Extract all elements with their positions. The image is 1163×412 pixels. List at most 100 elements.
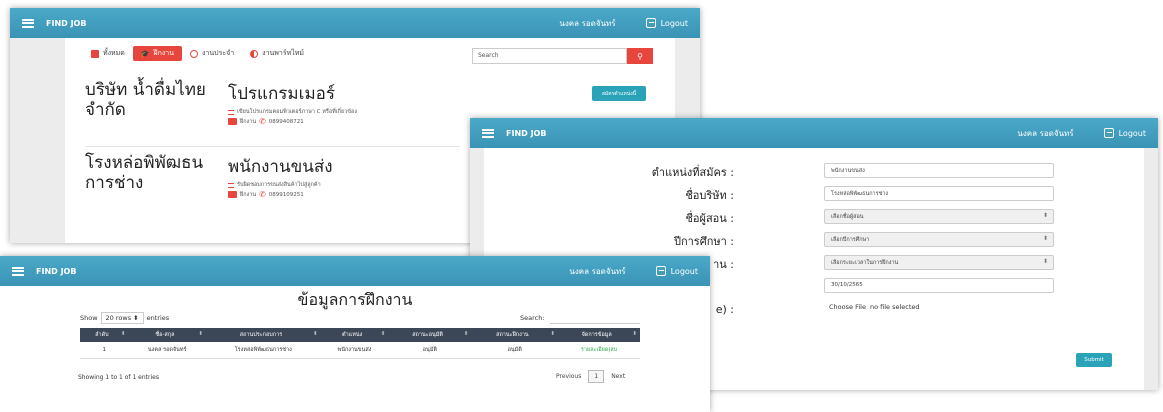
list-icon: [228, 182, 234, 188]
hamburger-menu-icon[interactable]: [482, 128, 494, 138]
job-meta: ฝึกงาน ✆ 0899109251: [228, 190, 304, 199]
user-name: นงคล รอดจันทร์: [1017, 128, 1074, 138]
tab-label: งานพาร์ทไทม์: [262, 49, 304, 57]
job-description: เขียนโปรแกรมคอมพิวเตอร์ภาษา C หรือที่เกี…: [228, 108, 357, 116]
table-cell: พนักงานขนส่ง: [320, 342, 389, 359]
company-name: บริษัท น้ำดื่มไทย จำกัด: [85, 80, 206, 120]
show-label: Show: [80, 314, 98, 322]
tab-parttime[interactable]: งานพาร์ทไทม์: [242, 46, 312, 61]
table-cell: 1: [80, 342, 129, 359]
table-cell: อนุมัติ: [388, 342, 472, 359]
logout-button[interactable]: Logout: [645, 18, 688, 28]
logout-button[interactable]: Logout: [1103, 128, 1146, 138]
company-name: โรงหล่อพิพัฒธน การช่าง: [85, 153, 204, 193]
job-meta: ฝึกงาน ✆ 0899408721: [228, 117, 304, 126]
hamburger-menu-icon[interactable]: [12, 266, 24, 276]
brand-logo[interactable]: FIND JOB: [36, 267, 76, 276]
table-info: Showing 1 to 1 of 1 entries: [78, 374, 159, 381]
logout-icon: [655, 266, 666, 276]
logout-button[interactable]: Logout: [655, 266, 698, 276]
table-search-input[interactable]: [549, 312, 640, 324]
column-label: จัดการข้อมูล: [581, 332, 612, 338]
form-row-position: ตำแหน่งที่สมัคร : พนักงานขนส่ง: [484, 163, 1144, 181]
list-icon: [91, 49, 99, 58]
submit-button[interactable]: Submit: [1076, 353, 1112, 367]
apply-button[interactable]: สมัครตำแหน่งนี้: [592, 86, 646, 101]
column-header[interactable]: จัดการข้อมูล ⬍: [558, 328, 640, 342]
column-header[interactable]: ลำดับ ⬍: [80, 328, 128, 342]
select-value: เลือกระยะเวลาในการฝึกงาน: [831, 260, 899, 266]
chevron-updown-icon: ⬍: [1042, 258, 1048, 265]
column-header[interactable]: สถานะฝึกงาน ⬍: [471, 328, 558, 342]
logout-label: Logout: [670, 266, 698, 276]
logout-icon: [1103, 128, 1114, 138]
internship-table: ลำดับ ⬍ ชื่อ-สกุล ⬍ สถานประกอบการ ⬍ ตำแห…: [80, 328, 640, 359]
column-header[interactable]: สถานะอนุมัติ ⬍: [388, 328, 471, 342]
tab-internship[interactable]: 🎓 ฝึกงาน: [132, 46, 183, 61]
page-title: ข้อมูลการฝึกงาน: [297, 290, 413, 309]
academic-year-select[interactable]: เลือกปีการศึกษา ⬍: [824, 232, 1054, 247]
job-type-tabs: ทั้งหมด 🎓 ฝึกงาน งานประจำ งานพาร์ทไทม์: [83, 46, 312, 61]
half-circle-icon: [250, 49, 259, 58]
sort-icon: ⬍: [120, 331, 126, 337]
teacher-select[interactable]: เลือกชื่อผู้สอน ⬍: [824, 209, 1054, 224]
field-label: e) :: [715, 303, 734, 316]
select-value: เลือกชื่อผู้สอน: [831, 214, 864, 220]
job-position[interactable]: โปรแกรมเมอร์: [228, 80, 335, 107]
file-input[interactable]: Choose File no file selected: [829, 303, 920, 311]
column-label: ลำดับ: [95, 332, 109, 338]
company-field[interactable]: โรงหล่อพิพัฒธนการช่าง: [824, 186, 1054, 201]
job-search: Search ⚲: [472, 48, 653, 64]
logout-icon: [645, 18, 656, 28]
select-value: 20 rows: [105, 314, 132, 322]
job-position[interactable]: พนักงานขนส่ง: [228, 153, 333, 180]
table-header-row: ลำดับ ⬍ ชื่อ-สกุล ⬍ สถานประกอบการ ⬍ ตำแห…: [80, 328, 640, 342]
tab-all[interactable]: ทั้งหมด: [83, 46, 133, 61]
phone-icon: ✆: [259, 117, 266, 126]
phone-number: 0899109251: [268, 191, 304, 198]
manage-link[interactable]: รายละเอียด|ลบ: [558, 342, 640, 359]
sort-icon: ⬍: [380, 331, 386, 337]
column-label: ตำแหน่ง: [342, 332, 363, 338]
search-input[interactable]: Search: [472, 48, 627, 64]
briefcase-icon: [228, 118, 237, 125]
page-number-button[interactable]: 1: [588, 370, 605, 383]
briefcase-icon: [228, 191, 237, 198]
form-row-teacher: ชื่อผู้สอน : เลือกชื่อผู้สอน ⬍: [484, 209, 1144, 227]
table-row: 1 นงคล รอดจันทร์ โรงหล่อพิพัฒธนการช่าง พ…: [80, 342, 640, 359]
sort-icon: ⬍: [632, 331, 637, 337]
clock-icon: [190, 49, 199, 58]
table-search: Search:: [520, 312, 640, 324]
column-label: สถานประกอบการ: [239, 332, 283, 338]
page-length-select[interactable]: 20 rows ⬍: [100, 312, 144, 324]
brand-logo[interactable]: FIND JOB: [506, 129, 546, 138]
tab-fulltime[interactable]: งานประจำ: [182, 46, 242, 61]
entries-label: entries: [146, 314, 170, 322]
position-field[interactable]: พนักงานขนส่ง: [824, 163, 1054, 178]
next-button[interactable]: Next: [611, 373, 625, 380]
user-name: นงคล รอดจันทร์: [559, 18, 616, 28]
chevron-updown-icon: ⬍: [133, 314, 139, 322]
search-button[interactable]: ⚲: [627, 48, 653, 64]
job-type: ฝึกงาน: [240, 191, 257, 198]
column-label: สถานะฝึกงาน: [496, 332, 529, 338]
column-label: สถานะอนุมัติ: [412, 332, 443, 338]
sort-icon: ⬍: [550, 331, 556, 337]
column-header[interactable]: สถานประกอบการ ⬍: [206, 328, 321, 342]
form-row-year: ปีการศึกษา : เลือกปีการศึกษา ⬍: [484, 232, 1144, 250]
brand-logo[interactable]: FIND JOB: [46, 19, 86, 28]
navbar: FIND JOB นงคล รอดจันทร์ Logout: [470, 118, 1158, 148]
table-content: ข้อมูลการฝึกงาน Show 20 rows ⬍ entries S…: [0, 286, 710, 412]
column-header[interactable]: ตำแหน่ง ⬍: [321, 328, 389, 342]
previous-button[interactable]: Previous: [556, 373, 581, 380]
choose-file-button[interactable]: Choose File: [829, 303, 866, 311]
phone-number: 0899408721: [268, 118, 304, 125]
duration-select[interactable]: เลือกระยะเวลาในการฝึกงาน ⬍: [824, 255, 1054, 270]
date-field[interactable]: 30/10/2565: [824, 278, 1054, 293]
column-header[interactable]: ชื่อ-สกุล ⬍: [128, 328, 206, 342]
hamburger-menu-icon[interactable]: [22, 18, 34, 28]
logout-label: Logout: [1118, 128, 1146, 138]
graduation-cap-icon: 🎓: [140, 49, 150, 58]
divider: [85, 146, 460, 147]
sort-icon: ⬍: [312, 331, 318, 337]
